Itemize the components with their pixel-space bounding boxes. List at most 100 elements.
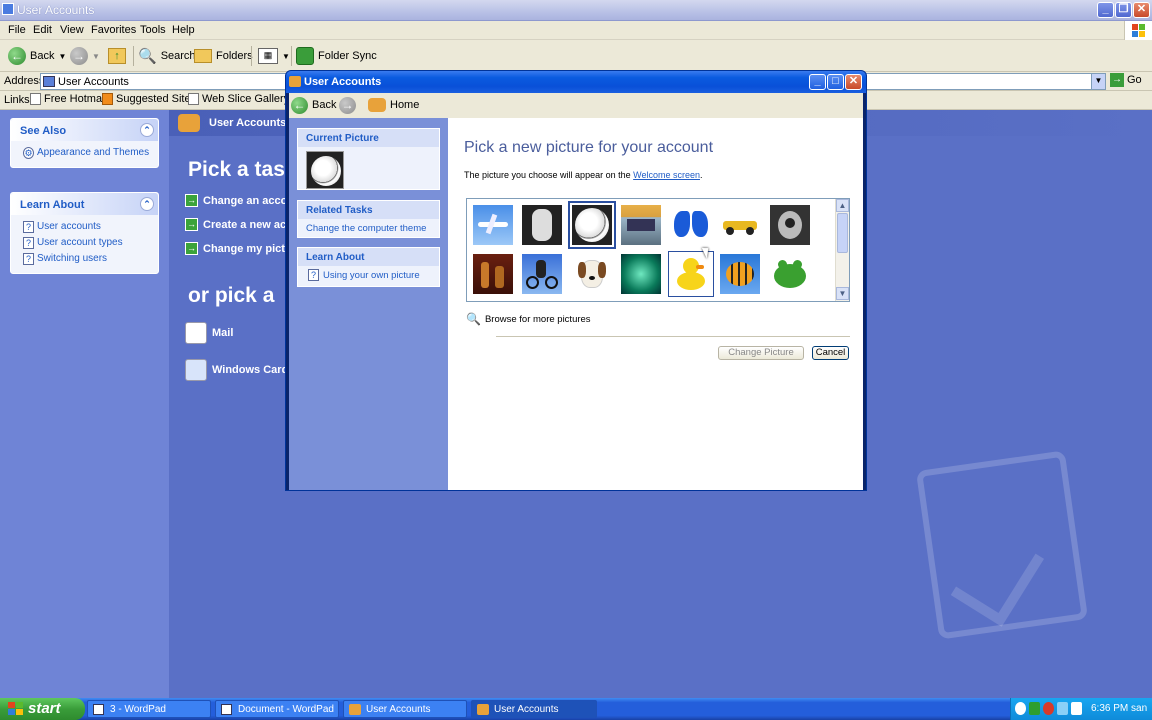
dialog-home-button[interactable]: Home xyxy=(368,96,419,114)
welcome-screen-link[interactable]: Welcome screen xyxy=(633,170,700,180)
search-button[interactable]: 🔍 Search xyxy=(138,44,196,68)
change-picture-button[interactable]: Change Picture xyxy=(718,346,804,360)
collapse-icon[interactable]: ⌃ xyxy=(140,123,154,137)
menu-favorites[interactable]: Favorites xyxy=(91,24,136,36)
tray-icon-volume[interactable] xyxy=(1071,702,1082,715)
dialog-back-button[interactable]: ← Back xyxy=(291,96,336,114)
using-own-picture-link[interactable]: ? Using your own picture xyxy=(298,266,439,286)
go-button[interactable]: → Go xyxy=(1110,73,1142,87)
scroll-up-icon[interactable]: ▲ xyxy=(836,199,849,212)
tray-icon-network[interactable] xyxy=(1015,702,1026,715)
forward-button[interactable]: → ▼ xyxy=(70,44,100,68)
help-icon: ? xyxy=(23,253,34,265)
link-suggested-sites[interactable]: Suggested Sites xyxy=(102,93,196,105)
windows-logo-icon xyxy=(1124,21,1152,40)
picture-dirt-bike[interactable] xyxy=(522,254,562,294)
cancel-button[interactable]: Cancel xyxy=(812,346,849,360)
taskbar-item-label: User Accounts xyxy=(494,704,559,715)
related-tasks-title: Related Tasks xyxy=(298,201,439,219)
browse-pictures-link[interactable]: 🔍 Browse for more pictures xyxy=(466,312,591,326)
menu-view[interactable]: View xyxy=(60,24,84,36)
link-free-hotmail[interactable]: Free Hotmail xyxy=(30,93,107,105)
address-dropdown-icon[interactable]: ▼ xyxy=(1091,74,1105,89)
up-folder-button[interactable]: ↑ xyxy=(108,44,126,68)
dialog-minimize-button[interactable]: _ xyxy=(809,74,826,90)
menu-help[interactable]: Help xyxy=(172,24,195,36)
task-arrow-icon: → xyxy=(185,218,198,231)
picture-duck[interactable] xyxy=(668,251,714,297)
minimize-button[interactable]: _ xyxy=(1097,2,1114,18)
separator xyxy=(251,46,252,66)
separator xyxy=(133,46,134,66)
task-create-account[interactable]: → Create a new acco xyxy=(185,218,299,231)
taskbar-item-user-accounts-2[interactable]: User Accounts xyxy=(471,700,597,718)
dialog-forward-button[interactable]: → xyxy=(339,96,356,114)
divider xyxy=(496,336,850,337)
back-arrow-icon: ← xyxy=(8,47,26,65)
account-windows-cards[interactable]: Windows Cards xyxy=(185,359,294,381)
taskbar-item-label: User Accounts xyxy=(366,704,431,715)
dropdown-icon: ▼ xyxy=(282,51,290,61)
account-label: Mail xyxy=(212,327,234,339)
picture-beach-chair[interactable] xyxy=(621,205,661,245)
clock[interactable]: 6:36 PM san xyxy=(1091,703,1147,714)
picture-guitar[interactable] xyxy=(770,205,810,245)
system-tray: 6:36 PM san xyxy=(1010,698,1152,720)
folders-button[interactable]: Folders xyxy=(194,44,253,68)
tray-icon-display[interactable] xyxy=(1057,702,1068,715)
folder-sync-button[interactable]: Folder Sync xyxy=(296,44,377,68)
back-button[interactable]: ← Back ▼ xyxy=(8,44,66,68)
dialog-close-button[interactable]: ✕ xyxy=(845,74,862,90)
scroll-down-icon[interactable]: ▼ xyxy=(836,287,849,300)
menu-edit[interactable]: Edit xyxy=(33,24,52,36)
learn-user-accounts[interactable]: ? User accounts xyxy=(11,219,158,235)
views-button[interactable]: ▦ ▼ xyxy=(258,44,290,68)
picture-butterfly[interactable] xyxy=(671,205,711,245)
folder-icon xyxy=(43,76,55,87)
current-picture-image xyxy=(306,151,344,189)
browse-label: Browse for more pictures xyxy=(484,313,591,325)
folder-sync-icon xyxy=(296,47,314,65)
learn-user-account-types[interactable]: ? User account types xyxy=(11,235,158,251)
picture-chess[interactable] xyxy=(473,254,513,294)
collapse-icon[interactable]: ⌃ xyxy=(140,197,154,211)
picture-airplane[interactable] xyxy=(473,205,513,245)
account-mail[interactable]: Mail xyxy=(185,322,233,344)
dialog-maximize-button[interactable]: □ xyxy=(827,74,844,90)
content-title: User Accounts xyxy=(209,117,287,129)
picture-frog[interactable] xyxy=(770,254,810,294)
menu-file[interactable]: File xyxy=(8,24,26,36)
learn-switching-users[interactable]: ? Switching users xyxy=(11,251,158,267)
maximize-button[interactable]: ❐ xyxy=(1115,2,1132,18)
picture-astronaut[interactable] xyxy=(522,205,562,245)
see-also-appearance[interactable]: ⚙ Appearance and Themes xyxy=(11,145,158,161)
back-arrow-icon: ← xyxy=(291,96,308,114)
dialog-title-bar: User Accounts _ □ ✕ xyxy=(286,71,866,93)
taskbar-item-wordpad-3[interactable]: 3 - WordPad xyxy=(87,700,211,718)
related-tasks-panel: Related Tasks Change the computer theme xyxy=(297,200,440,238)
picture-fish[interactable] xyxy=(720,254,760,294)
taskbar-item-document-wordpad[interactable]: Document - WordPad xyxy=(215,700,339,718)
item-label: User accounts xyxy=(37,221,101,232)
link-web-slice-gallery[interactable]: Web Slice Gallery xyxy=(188,93,289,105)
menu-tools[interactable]: Tools xyxy=(140,24,166,36)
tray-icon-alert[interactable] xyxy=(1043,702,1054,715)
task-change-picture[interactable]: → Change my pictur xyxy=(185,242,296,255)
scroll-thumb[interactable] xyxy=(837,213,848,253)
change-theme-link[interactable]: Change the computer theme xyxy=(298,219,439,239)
picture-fish-bowl[interactable] xyxy=(621,254,661,294)
tray-icon-security[interactable] xyxy=(1029,702,1040,715)
see-also-title: See Also xyxy=(11,119,158,141)
dropdown-icon: ▼ xyxy=(58,51,67,61)
task-change-account[interactable]: → Change an accoun xyxy=(185,194,301,207)
picture-car[interactable] xyxy=(720,205,760,245)
picture-dog[interactable] xyxy=(572,254,612,294)
separator xyxy=(291,46,292,66)
close-button[interactable]: ✕ xyxy=(1133,2,1150,18)
taskbar-item-user-accounts-1[interactable]: User Accounts xyxy=(343,700,467,718)
picture-scrollbar[interactable]: ▲ ▼ xyxy=(835,199,849,301)
start-button[interactable]: start xyxy=(0,698,85,720)
user-accounts-dialog: User Accounts _ □ ✕ ← Back → Home Curren… xyxy=(285,70,867,491)
picture-soccer-ball[interactable] xyxy=(568,201,616,249)
address-label: Address xyxy=(4,75,45,87)
